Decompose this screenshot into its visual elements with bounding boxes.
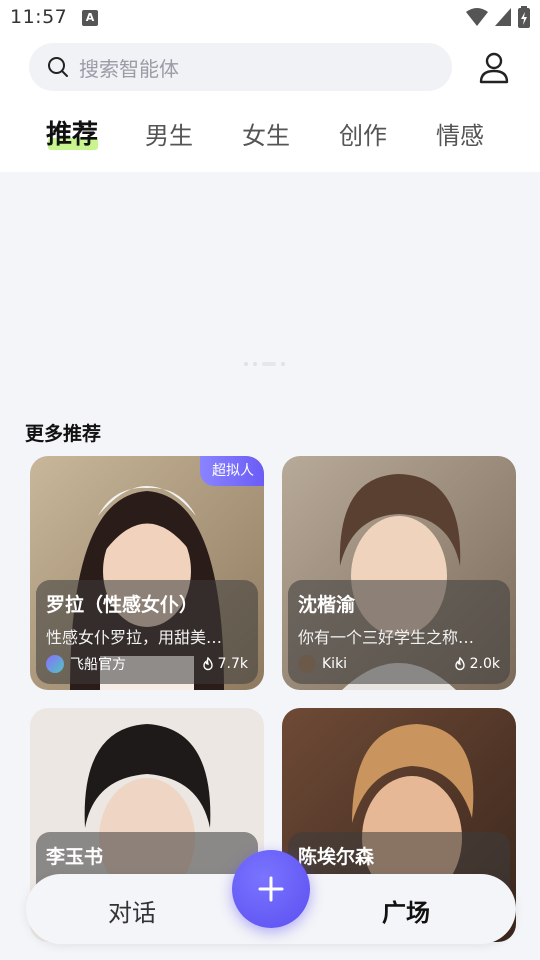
card-title: 李玉书 [46,846,104,868]
flame-icon [202,657,213,671]
status-time: 11:57 [10,6,68,28]
user-icon [479,52,509,84]
create-button[interactable] [232,850,310,928]
carousel-dot [281,362,285,366]
profile-button[interactable] [474,48,514,88]
nav-square[interactable]: 广场 [382,893,430,928]
tab-recommend[interactable]: 推荐 [46,114,98,151]
card-meta: 飞船官方 7.7k [46,654,248,674]
banner-carousel[interactable] [0,172,540,390]
card-description: 性感女仆罗拉，用甜美… [46,628,223,647]
carousel-dot [253,362,257,366]
hyper-real-badge: 超拟人 [200,456,264,486]
agent-card[interactable]: 超拟人 罗拉（性感女仆） 性感女仆罗拉，用甜美… 飞船官方 7.7k [30,456,264,690]
search-icon [48,57,68,77]
card-meta: Kiki 2.0k [298,654,500,674]
popularity-stat: 7.7k [202,656,248,672]
search-placeholder: 搜索智能体 [79,56,179,81]
status-bar: 11:57 A [0,0,540,36]
battery-icon [518,6,530,28]
tab-male[interactable]: 男生 [145,116,193,151]
carousel-dot [244,362,248,366]
card-title: 沈楷渝 [298,594,356,616]
author-name: Kiki [322,656,348,672]
agent-card[interactable]: 沈楷渝 你有一个三好学生之称… Kiki 2.0k [282,456,516,690]
popularity-count: 7.7k [217,656,248,672]
status-indicators [466,6,530,28]
plus-icon [258,876,284,902]
card-info-panel: 沈楷渝 你有一个三好学生之称… Kiki 2.0k [288,580,510,684]
flame-icon [454,657,465,671]
search-input[interactable]: 搜索智能体 [29,43,452,91]
nav-chat[interactable]: 对话 [108,893,156,928]
carousel-dot-active [262,362,276,366]
popularity-stat: 2.0k [454,656,500,672]
popularity-count: 2.0k [469,656,500,672]
carousel-indicator [244,362,285,366]
card-info-panel: 罗拉（性感女仆） 性感女仆罗拉，用甜美… 飞船官方 7.7k [36,580,258,684]
notification-a-icon: A [82,10,98,26]
category-tabs: 推荐 男生 女生 创作 情感 [0,110,540,166]
author-name: 飞船官方 [70,657,126,673]
card-title: 罗拉（性感女仆） [46,594,199,616]
tab-emotion[interactable]: 情感 [436,116,484,151]
author-avatar [298,655,316,673]
author-avatar [46,655,64,673]
wifi-icon [466,8,488,26]
card-description: 你有一个三好学生之称… [298,628,475,647]
tab-create[interactable]: 创作 [339,116,387,151]
card-title: 陈埃尔森 [298,846,375,868]
signal-icon [495,8,511,26]
tab-female[interactable]: 女生 [242,116,290,151]
section-title: 更多推荐 [25,423,102,445]
